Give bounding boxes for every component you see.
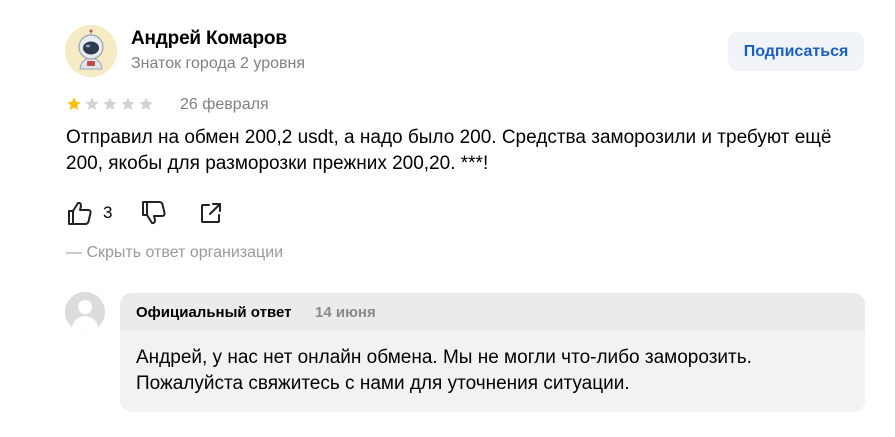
star-icon-empty [102, 96, 118, 112]
star-icon-empty [84, 96, 100, 112]
like-count: 3 [103, 203, 113, 222]
default-user-avatar-icon [65, 292, 105, 332]
star-icon-empty [120, 96, 136, 112]
star-icon-filled [66, 96, 82, 112]
astronaut-avatar-icon[interactable] [65, 25, 117, 77]
hide-org-reply-link[interactable]: — Скрыть ответ организации [66, 244, 283, 262]
thumbs-up-icon[interactable] [66, 199, 94, 232]
review-text: Отправил на обмен 200,2 usdt, а надо был… [66, 127, 832, 174]
org-reply-card: Официальный ответ 14 июня Андрей, у нас … [120, 293, 865, 412]
share-icon[interactable] [197, 199, 225, 232]
star-icon-empty [138, 96, 154, 112]
org-reply-date: 14 июня [315, 304, 376, 321]
org-reply-text: Андрей, у нас нет онлайн обмена. Мы не м… [136, 347, 752, 394]
subscribe-button[interactable]: Подписаться [728, 32, 864, 71]
org-reply-label: Официальный ответ [136, 304, 292, 321]
author-badge: Знаток города 2 уровня [131, 55, 306, 72]
org-reply-header: Официальный ответ 14 июня [120, 293, 865, 331]
thumbs-down-icon[interactable] [140, 199, 168, 232]
rating-stars [66, 96, 154, 112]
author-name[interactable]: Андрей Комаров [131, 28, 287, 50]
review-date: 26 февраля [180, 96, 269, 113]
